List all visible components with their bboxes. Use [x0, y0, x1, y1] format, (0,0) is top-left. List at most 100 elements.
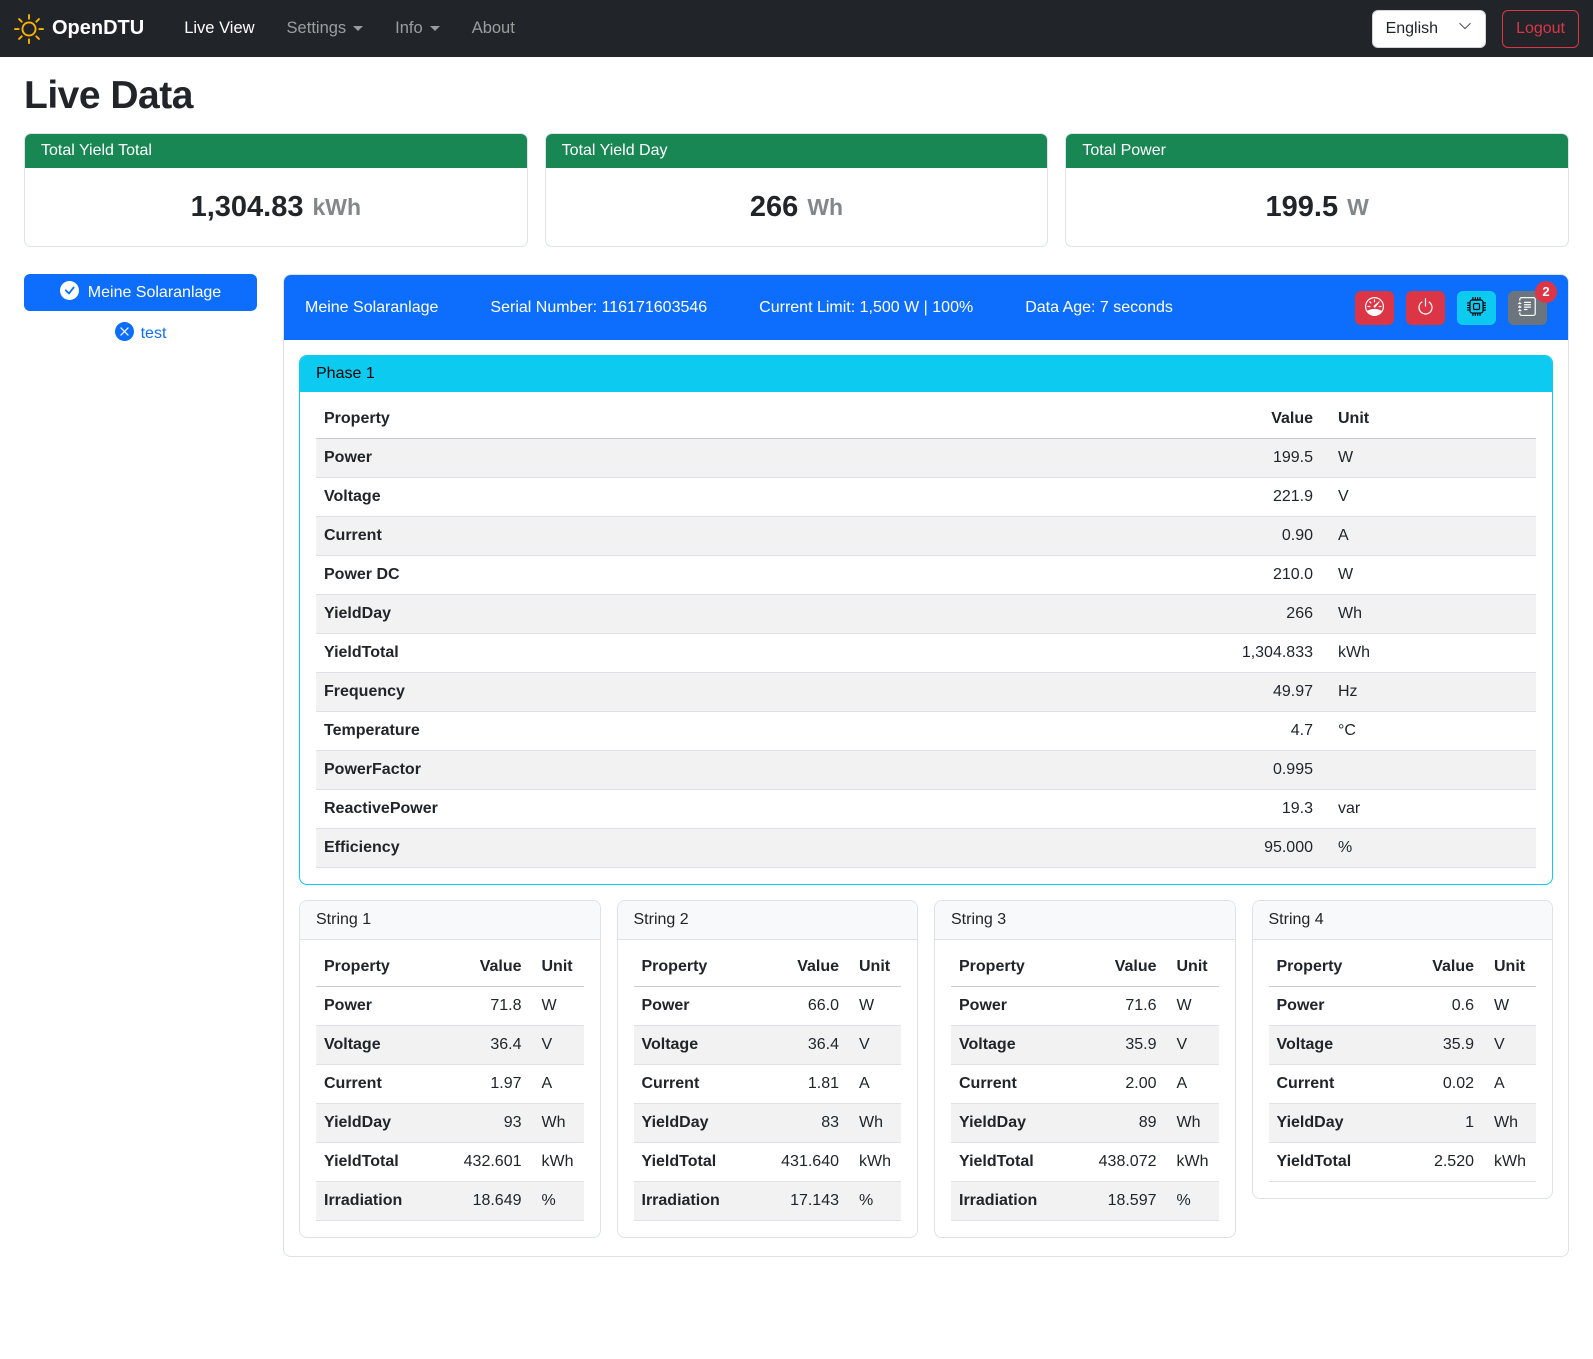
event-log-button[interactable]: 2 — [1508, 291, 1547, 325]
inverter-test-label: test — [141, 325, 167, 343]
column-header-property: Property — [1269, 948, 1399, 987]
table-row: Current 0.02 A — [1269, 1065, 1537, 1104]
property-label: Power — [634, 987, 754, 1026]
property-unit: V — [1165, 1026, 1219, 1065]
property-unit: kWh — [1321, 634, 1536, 673]
string-card-1: String 1 Property Value Unit Power 71.8 … — [299, 900, 601, 1238]
limit-settings-button[interactable] — [1355, 291, 1394, 325]
property-value: 49.97 — [917, 673, 1321, 712]
phase-table: Property Value Unit Power 199.5 W Voltag… — [316, 400, 1536, 868]
inverter-sidebar: Meine Solaranlage test — [24, 274, 257, 346]
summary-card-total-yield-day: Total Yield Day 266 Wh — [545, 133, 1049, 247]
nav-item-settings[interactable]: Settings — [273, 11, 378, 46]
table-row: Power 199.5 W — [316, 439, 1536, 478]
table-row: YieldTotal 432.601 kWh — [316, 1143, 584, 1182]
table-row: PowerFactor 0.995 — [316, 751, 1536, 790]
string-card-4: String 4 Property Value Unit Power 0.6 W… — [1252, 900, 1554, 1199]
property-unit: % — [1165, 1182, 1219, 1221]
property-label: Voltage — [316, 1026, 436, 1065]
table-row: Power 71.6 W — [951, 987, 1219, 1026]
column-header-value: Value — [917, 400, 1321, 439]
table-row: Power 0.6 W — [1269, 987, 1537, 1026]
table-row: YieldTotal 1,304.833 kWh — [316, 634, 1536, 673]
property-value: 0.02 — [1399, 1065, 1482, 1104]
column-header-value: Value — [1399, 948, 1482, 987]
property-unit: kWh — [847, 1143, 901, 1182]
property-unit: W — [1482, 987, 1536, 1026]
property-unit: A — [1482, 1065, 1536, 1104]
brand[interactable]: OpenDTU — [14, 14, 144, 44]
property-unit: Wh — [1321, 595, 1536, 634]
power-button[interactable] — [1406, 291, 1445, 325]
logout-button[interactable]: Logout — [1502, 10, 1579, 48]
inverter-item-test[interactable]: test — [24, 322, 257, 346]
column-header-unit: Unit — [530, 948, 584, 987]
table-row: Voltage 35.9 V — [951, 1026, 1219, 1065]
column-header-property: Property — [316, 400, 917, 439]
event-count-badge: 2 — [1535, 281, 1557, 303]
property-value: 1.81 — [753, 1065, 847, 1104]
property-label: Voltage — [316, 478, 917, 517]
column-header-unit: Unit — [1165, 948, 1219, 987]
property-unit: Hz — [1321, 673, 1536, 712]
inverter-select-button[interactable]: Meine Solaranlage — [24, 274, 257, 311]
property-unit: % — [530, 1182, 584, 1221]
table-row: ReactivePower 19.3 var — [316, 790, 1536, 829]
column-header-unit: Unit — [1482, 948, 1536, 987]
nav-item-label: Live View — [184, 19, 254, 38]
language-select[interactable]: English — [1372, 10, 1486, 48]
property-label: Voltage — [634, 1026, 754, 1065]
phase-card: Phase 1 Property Value Unit Power 1 — [299, 355, 1553, 885]
property-label: YieldTotal — [1269, 1143, 1399, 1182]
table-row: YieldDay 266 Wh — [316, 595, 1536, 634]
property-label: ReactivePower — [316, 790, 917, 829]
table-row: Voltage 36.4 V — [634, 1026, 902, 1065]
property-unit: V — [530, 1026, 584, 1065]
table-header-row: Property Value Unit — [634, 948, 902, 987]
sun-icon — [14, 14, 44, 44]
string-card-2: String 2 Property Value Unit Power 66.0 … — [617, 900, 919, 1238]
property-value: 36.4 — [436, 1026, 530, 1065]
property-unit: kWh — [1482, 1143, 1536, 1182]
property-value: 199.5 — [917, 439, 1321, 478]
table-header-row: Property Value Unit — [951, 948, 1219, 987]
summary-card-total-power: Total Power 199.5 W — [1065, 133, 1569, 247]
property-label: Efficiency — [316, 829, 917, 868]
property-value: 221.9 — [917, 478, 1321, 517]
property-unit: kWh — [530, 1143, 584, 1182]
cpu-icon — [1467, 297, 1486, 319]
table-row: YieldTotal 431.640 kWh — [634, 1143, 902, 1182]
property-value: 432.601 — [436, 1143, 530, 1182]
nav-item-live-view[interactable]: Live View — [170, 11, 268, 46]
column-header-unit: Unit — [1321, 400, 1536, 439]
summary-card-total-yield-total: Total Yield Total 1,304.83 kWh — [24, 133, 528, 247]
table-row: YieldTotal 2.520 kWh — [1269, 1143, 1537, 1182]
nav-item-info[interactable]: Info — [381, 11, 454, 46]
property-label: Power DC — [316, 556, 917, 595]
property-label: Current — [316, 517, 917, 556]
column-header-unit: Unit — [847, 948, 901, 987]
power-icon — [1416, 297, 1435, 319]
inverter-select-label: Meine Solaranlage — [88, 284, 221, 302]
nav-menu: Live View Settings Info About — [170, 11, 529, 46]
summary-card-title: Total Yield Day — [546, 134, 1048, 168]
nav-item-about[interactable]: About — [458, 11, 529, 46]
table-row: Efficiency 95.000 % — [316, 829, 1536, 868]
summary-card-unit: W — [1347, 194, 1369, 221]
inverter-name: Meine Solaranlage — [305, 299, 438, 317]
property-label: Current — [316, 1065, 436, 1104]
device-info-button[interactable] — [1457, 291, 1496, 325]
column-header-property: Property — [316, 948, 436, 987]
inverter-data-age: Data Age: 7 seconds — [1025, 299, 1173, 317]
table-row: Voltage 221.9 V — [316, 478, 1536, 517]
property-value: 17.143 — [753, 1182, 847, 1221]
column-header-property: Property — [634, 948, 754, 987]
inverter-card-header: Meine Solaranlage Serial Number: 1161716… — [284, 275, 1568, 340]
property-value: 66.0 — [753, 987, 847, 1026]
property-unit: A — [530, 1065, 584, 1104]
property-value: 0.6 — [1399, 987, 1482, 1026]
property-value: 71.8 — [436, 987, 530, 1026]
property-label: Irradiation — [951, 1182, 1071, 1221]
string-table: Property Value Unit Power 71.8 W Voltage… — [316, 948, 584, 1221]
table-header-row: Property Value Unit — [316, 400, 1536, 439]
